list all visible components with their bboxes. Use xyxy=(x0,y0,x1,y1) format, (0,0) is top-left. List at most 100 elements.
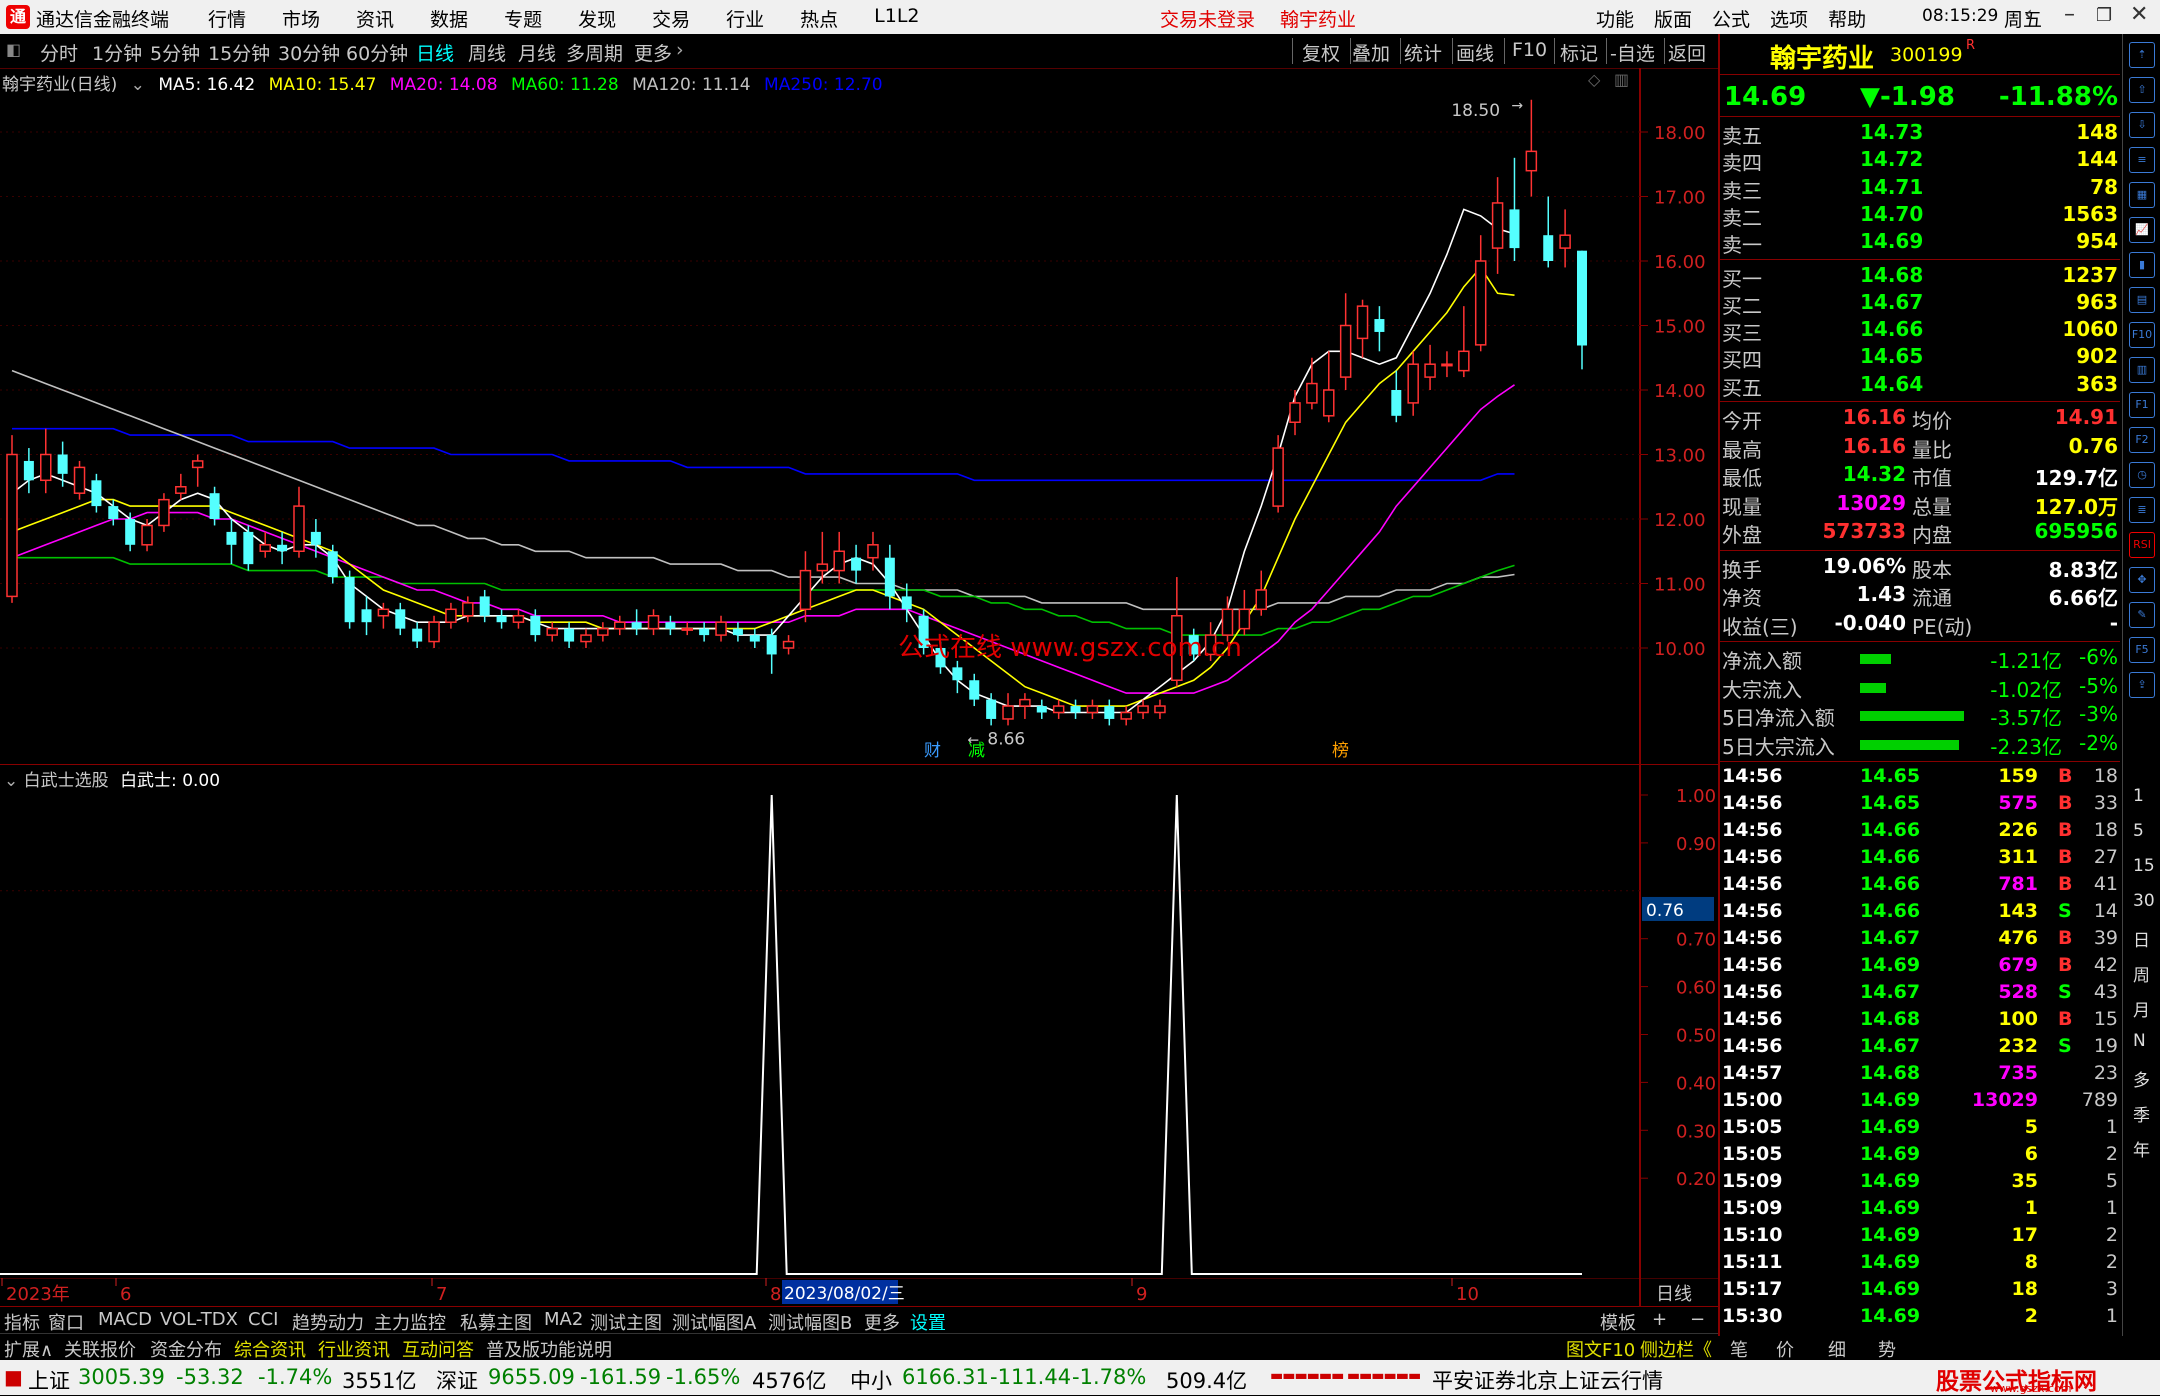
candlestick[interactable] xyxy=(816,531,829,584)
restore-icon[interactable]: ❐ xyxy=(2096,5,2112,26)
extension-tab[interactable]: 资金分布 xyxy=(150,1336,222,1362)
candlestick[interactable] xyxy=(1104,699,1115,726)
login-status[interactable]: 交易未登录 xyxy=(1160,5,1255,32)
tool-fuquan[interactable]: 复权 xyxy=(1302,39,1340,66)
candlestick[interactable] xyxy=(344,570,355,629)
menu-item[interactable]: 数据 xyxy=(430,5,468,32)
sidebar-period-label[interactable]: 15 xyxy=(2133,856,2155,876)
indicator-tab[interactable]: VOL-TDX xyxy=(160,1309,238,1330)
kline-chart[interactable]: 18.00 17.00 16.00 15.00 14.00 13.00 12.00 11.00… xyxy=(0,68,1718,764)
sidebar-period-label[interactable]: 年 xyxy=(2133,1136,2150,1161)
sidebar-period-label[interactable]: 30 xyxy=(2133,891,2155,911)
back-icon[interactable]: ‹ xyxy=(2024,2,2033,27)
candlestick[interactable] xyxy=(191,454,204,487)
indicator-tab[interactable]: 私募主图 xyxy=(460,1309,532,1335)
event-marker[interactable]: 榜 xyxy=(1332,741,1349,761)
event-marker[interactable]: 财 xyxy=(924,741,941,761)
menu-item[interactable]: 功能 xyxy=(1596,5,1634,32)
period-1min[interactable]: 1分钟 xyxy=(92,39,142,66)
candlestick[interactable] xyxy=(969,673,980,707)
extension-tab[interactable]: 互动问答 xyxy=(402,1336,474,1362)
candlestick[interactable] xyxy=(681,622,694,636)
share-icon[interactable]: ⇪ xyxy=(2129,672,2155,698)
candlestick[interactable] xyxy=(1086,699,1099,719)
sidebar-period-label[interactable]: 1 xyxy=(2133,786,2144,806)
menu-item[interactable]: 市场 xyxy=(282,5,320,32)
candlestick[interactable] xyxy=(243,525,254,571)
candlestick[interactable] xyxy=(1154,699,1166,719)
tool-watchlist[interactable]: -自选 xyxy=(1610,39,1655,66)
f2-icon[interactable]: F2 xyxy=(2129,427,2155,453)
sidebar-period-label[interactable]: N xyxy=(2133,1031,2146,1051)
candlestick[interactable] xyxy=(1019,693,1031,719)
candlestick[interactable] xyxy=(1509,157,1520,261)
candlestick[interactable] xyxy=(293,486,305,558)
candlestick[interactable] xyxy=(1070,699,1081,719)
sh-index-name[interactable]: 上证 xyxy=(28,1365,70,1395)
period-30min[interactable]: 30分钟 xyxy=(278,39,340,66)
indicator-tab[interactable]: 测试幅图A xyxy=(672,1309,756,1335)
candlestick[interactable] xyxy=(1272,435,1284,513)
panel-tab[interactable]: 细 xyxy=(1828,1336,1846,1362)
table2-icon[interactable]: ▥ xyxy=(2129,357,2155,383)
period-daily[interactable]: 日线 xyxy=(416,39,454,66)
indicator-tab[interactable]: MACD xyxy=(98,1309,152,1330)
menu-item[interactable]: 交易 xyxy=(652,5,690,32)
extension-tab[interactable]: 普及版功能说明 xyxy=(486,1336,612,1362)
menu-item[interactable]: 帮助 xyxy=(1828,5,1866,32)
candlestick[interactable] xyxy=(462,596,474,623)
indicator-tab[interactable]: 主力监控 xyxy=(374,1309,446,1335)
candlestick[interactable] xyxy=(395,602,406,636)
panel-tab[interactable]: 侧边栏《 xyxy=(1640,1336,1712,1362)
period-15min[interactable]: 15分钟 xyxy=(208,39,270,66)
candlestick[interactable] xyxy=(1374,306,1385,352)
candlestick[interactable] xyxy=(1407,351,1419,416)
menu-item[interactable]: 行情 xyxy=(208,5,246,32)
sidebar-period-label[interactable]: 周 xyxy=(2133,961,2150,986)
sidebar-period-label[interactable]: 多 xyxy=(2133,1066,2150,1091)
f1-icon[interactable]: F1 xyxy=(2129,392,2155,418)
move-icon[interactable]: ✥ xyxy=(2129,567,2155,593)
panel-tab[interactable]: 笔 xyxy=(1730,1336,1748,1362)
candlestick[interactable] xyxy=(564,622,575,648)
period-weekly[interactable]: 周线 xyxy=(468,39,506,66)
template-tab-control[interactable]: 模板 xyxy=(1600,1309,1636,1335)
sidebar-period-label[interactable]: 5 xyxy=(2133,821,2144,841)
candlestick[interactable] xyxy=(952,660,963,694)
indicator-tab[interactable]: 趋势动力 xyxy=(292,1309,364,1335)
candlestick[interactable] xyxy=(175,473,187,500)
indicator-chart[interactable]: 1.00 0.90 0.70 0.60 0.50 0.40 0.30 0.20 0.76 xyxy=(0,764,1718,1278)
panel-tab[interactable]: 势 xyxy=(1878,1336,1896,1362)
minimize-icon[interactable]: – xyxy=(2064,2,2075,27)
indicator-tab[interactable]: 更多 xyxy=(864,1309,900,1335)
sidebar-period-label[interactable]: 月 xyxy=(2133,996,2150,1021)
rsi-icon[interactable]: RSI xyxy=(2129,532,2155,558)
candlestick[interactable] xyxy=(1289,390,1301,436)
close-icon[interactable]: ✕ xyxy=(2130,2,2148,27)
candlestick[interactable] xyxy=(867,531,879,571)
candlestick[interactable] xyxy=(1525,99,1538,197)
down-icon[interactable]: ⇩ xyxy=(2129,112,2155,138)
candlestick[interactable] xyxy=(799,551,812,623)
candlestick[interactable] xyxy=(597,622,609,642)
list-icon[interactable]: ≡ xyxy=(2129,147,2155,173)
candlestick[interactable] xyxy=(715,615,727,642)
candlestick[interactable] xyxy=(40,428,52,494)
indicator-tab[interactable]: 测试主图 xyxy=(590,1309,662,1335)
candlestick[interactable] xyxy=(1474,235,1487,352)
candlestick[interactable] xyxy=(1052,699,1065,719)
candlestick[interactable] xyxy=(1356,299,1369,358)
candlestick[interactable] xyxy=(259,531,271,558)
candlestick[interactable] xyxy=(833,531,845,584)
candlestick[interactable] xyxy=(412,622,423,648)
extension-tab[interactable]: 扩展∧ xyxy=(4,1336,53,1362)
tool-overlay[interactable]: 叠加 xyxy=(1352,39,1390,66)
f10-icon[interactable]: F10 xyxy=(2129,322,2155,348)
candlestick[interactable] xyxy=(851,544,862,584)
up-icon[interactable]: ⇧ xyxy=(2129,77,2155,103)
menu-item[interactable]: 热点 xyxy=(800,5,838,32)
collapse-icon[interactable]: ◧ xyxy=(6,40,21,59)
candlestick[interactable] xyxy=(749,628,760,648)
candlestick[interactable] xyxy=(1559,209,1571,268)
pen-icon[interactable]: ✎ xyxy=(2129,602,2155,628)
